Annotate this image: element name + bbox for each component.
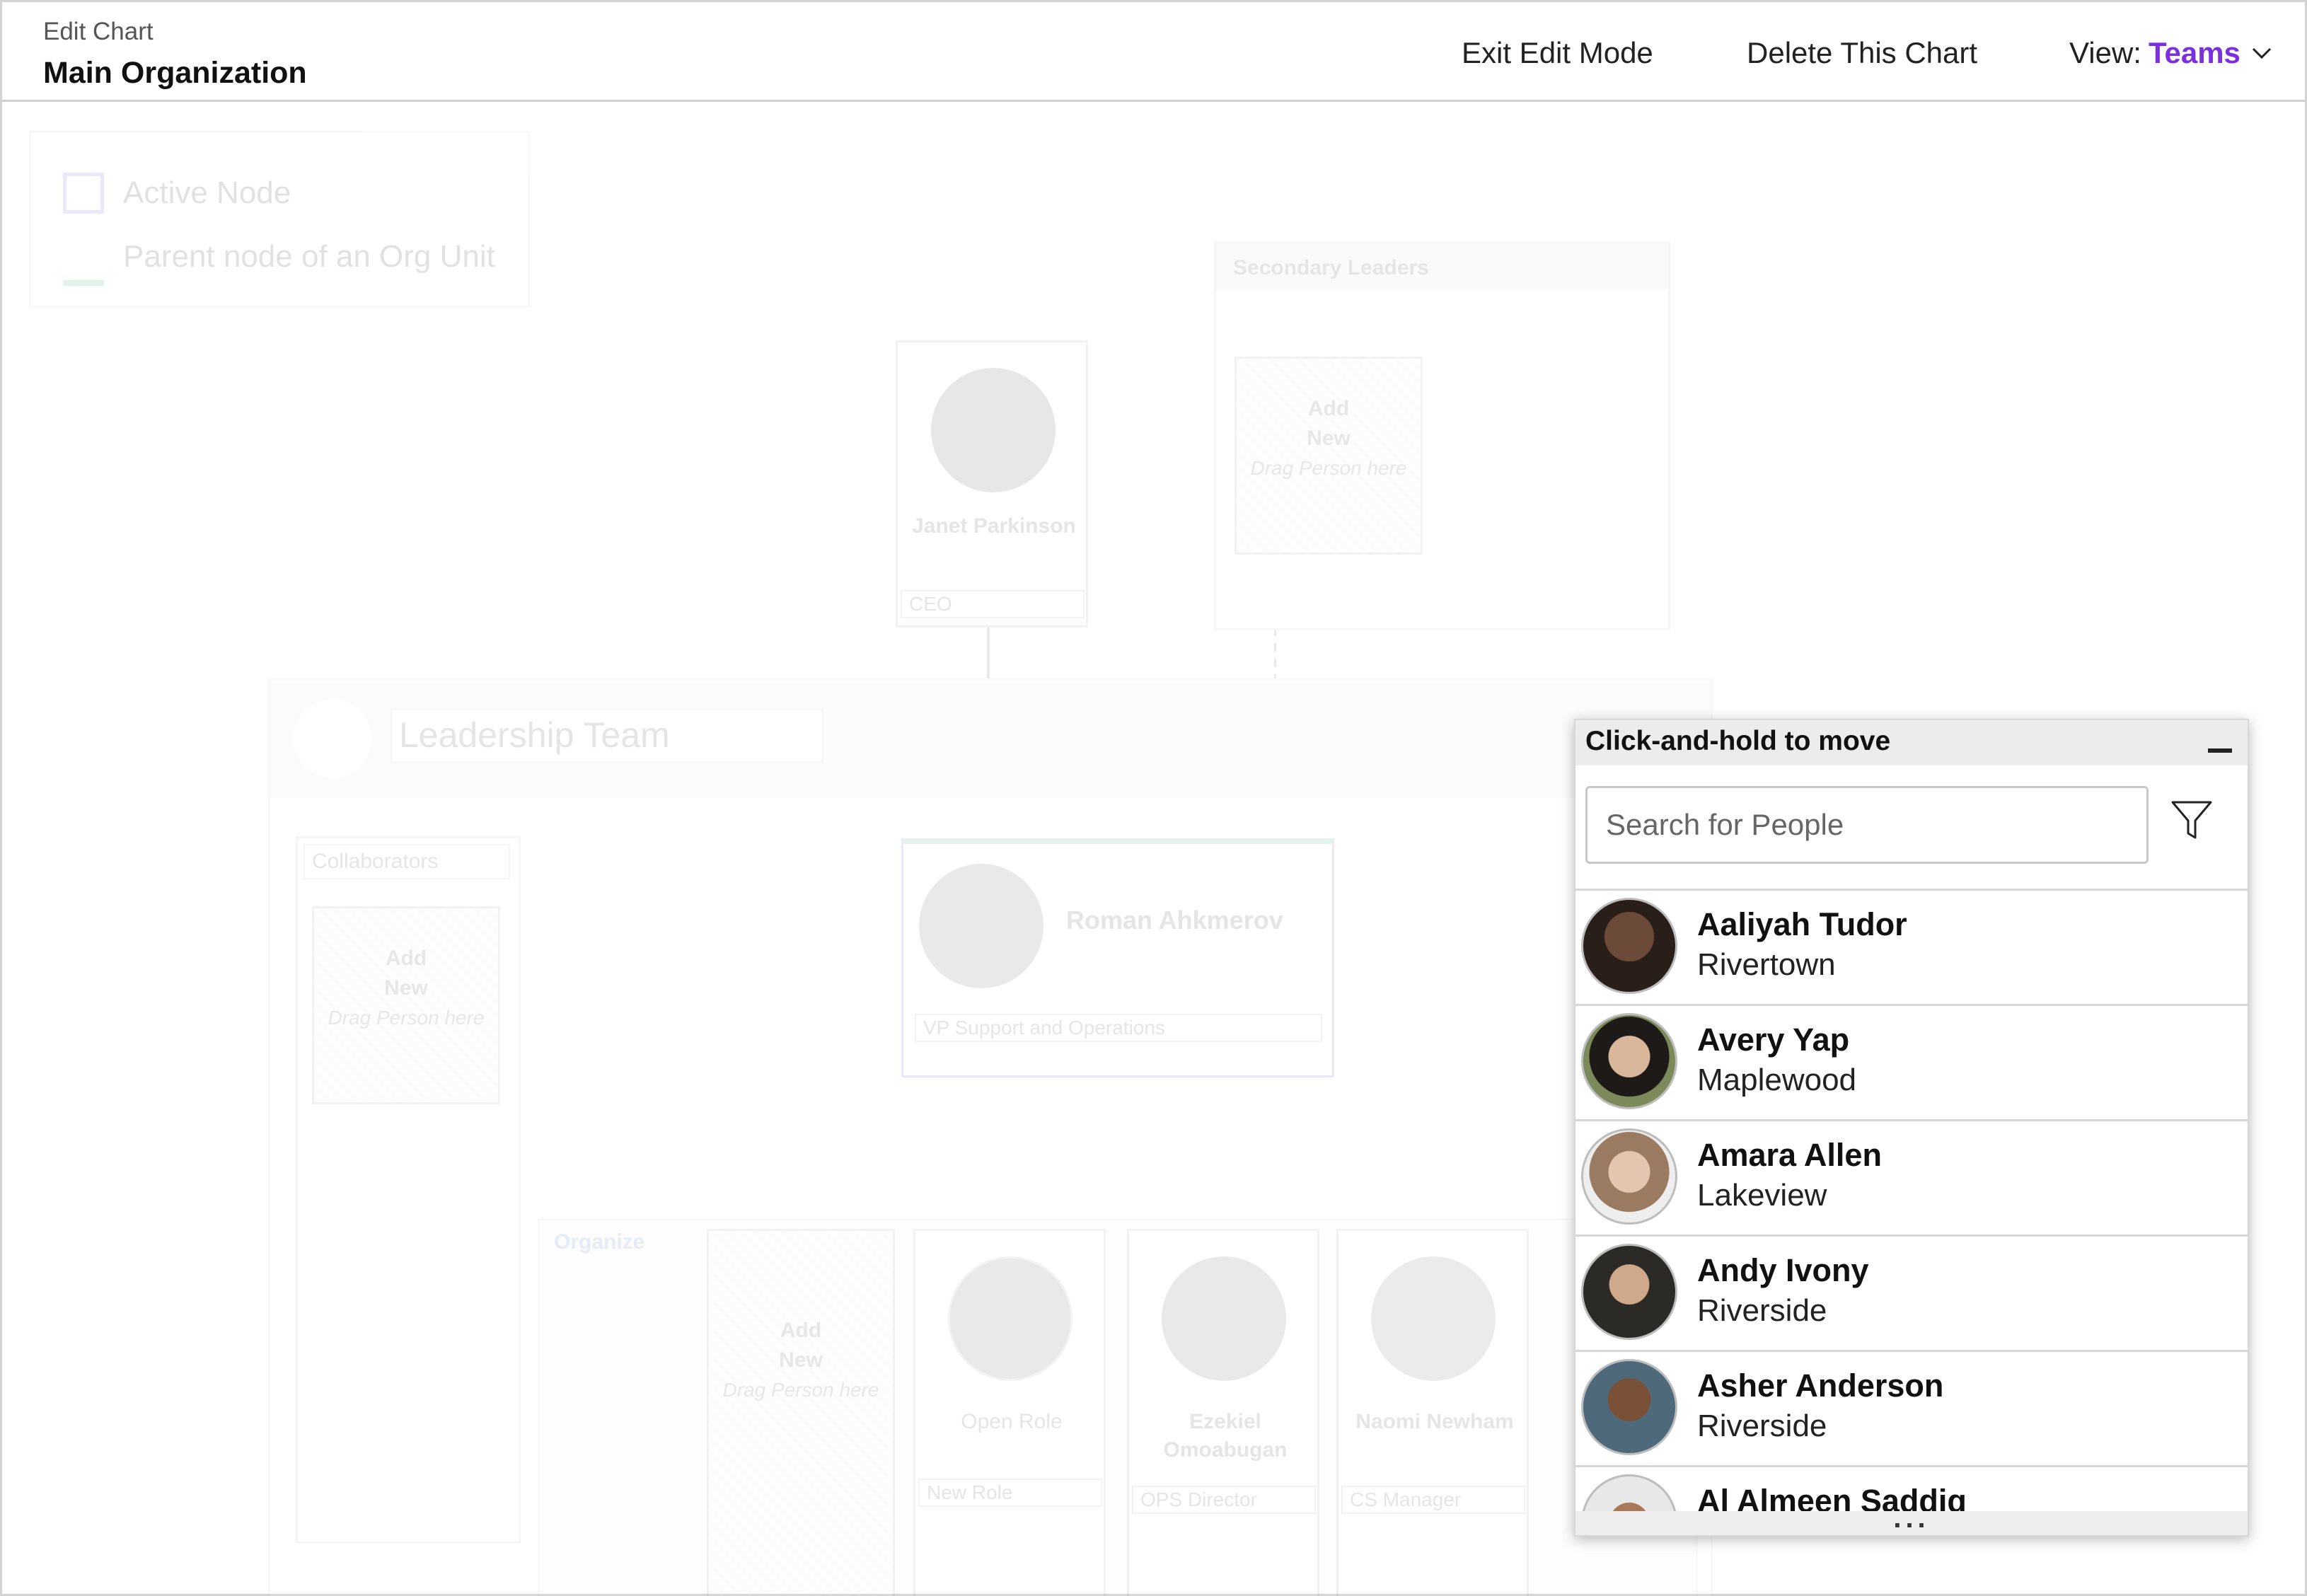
node-name: Ezekiel Omoabugan	[1163, 1410, 1288, 1462]
team-member-node[interactable]: Ezekiel Omoabugan OPS Director	[1127, 1229, 1319, 1596]
person-list-item[interactable]: Andy Ivony Riverside	[1575, 1234, 2248, 1350]
drag-person-hint: Drag Person here	[328, 1007, 485, 1029]
people-list: Aaliyah Tudor Rivertown Avery Yap Maplew…	[1575, 889, 2248, 1535]
people-panel[interactable]: Click-and-hold to move Aaliyah Tudor Riv…	[1574, 719, 2249, 1537]
add-new-label: Add New	[779, 1319, 823, 1372]
legend-parent-node: Parent node of an Org Unit	[123, 239, 495, 274]
drag-person-hint: Drag Person here	[1250, 457, 1407, 479]
node-role: New Role	[918, 1479, 1102, 1507]
node-name: Open Role	[961, 1410, 1063, 1433]
add-new-drop-zone[interactable]: Add New Drag Person here	[312, 906, 500, 1104]
avatar	[1371, 1256, 1496, 1381]
person-name: Asher Anderson	[1697, 1367, 1944, 1404]
node-role: VP Support and Operations	[915, 1014, 1322, 1042]
minimize-icon[interactable]	[2208, 748, 2232, 753]
app-frame: Edit Chart Main Organization Exit Edit M…	[0, 0, 2307, 1596]
secondary-leaders-title: Secondary Leaders	[1216, 243, 1668, 290]
filter-icon	[2171, 801, 2212, 839]
ceo-node[interactable]: Janet Parkinson CEO	[896, 340, 1088, 628]
more-icon[interactable]: ...	[1575, 1504, 2248, 1535]
organize-title: Organize	[554, 1230, 645, 1254]
person-list-item[interactable]: Avery Yap Maplewood	[1575, 1004, 2248, 1119]
team-member-node[interactable]: Naomi Newham CS Manager	[1336, 1229, 1529, 1596]
search-people-input[interactable]	[1585, 786, 2149, 864]
node-role: CS Manager	[1341, 1486, 1525, 1514]
avatar	[931, 368, 1056, 492]
add-new-drop-zone[interactable]: Add New Drag Person here	[1235, 357, 1423, 555]
open-role-node[interactable]: ? Open Role New Role	[913, 1229, 1106, 1596]
person-list-item[interactable]: Asher Anderson Riverside	[1575, 1350, 2248, 1465]
node-role: CEO	[901, 590, 1085, 618]
app-header: Edit Chart Main Organization Exit Edit M…	[2, 2, 2305, 102]
question-mark-icon: ?	[948, 1256, 1072, 1381]
panel-drag-handle[interactable]: Click-and-hold to move	[1575, 720, 2248, 765]
node-role: OPS Director	[1132, 1486, 1316, 1514]
person-location: Maplewood	[1697, 1063, 1857, 1097]
collaborators-title: Collaborators	[303, 844, 510, 879]
person-name: Avery Yap	[1697, 1022, 1850, 1058]
team-name-input[interactable]: Leadership Team	[391, 709, 823, 763]
collaborators-box: Collaborators Add New Drag Person here	[296, 836, 521, 1544]
add-new-drop-zone[interactable]: Add New Drag Person here	[707, 1229, 895, 1596]
vp-node[interactable]: Roman Ahkmerov VP Support and Operations	[901, 838, 1334, 1077]
node-name: Roman Ahkmerov	[1066, 906, 1283, 935]
drag-person-hint: Drag Person here	[722, 1379, 879, 1401]
person-list-item[interactable]: Aaliyah Tudor Rivertown	[1575, 889, 2248, 1004]
avatar	[919, 864, 1043, 988]
person-name: Aaliyah Tudor	[1697, 906, 1907, 942]
person-location: Riverside	[1697, 1293, 1827, 1328]
delete-chart-button[interactable]: Delete This Chart	[1747, 36, 1977, 70]
exit-edit-mode-button[interactable]: Exit Edit Mode	[1462, 36, 1653, 70]
page-title: Main Organization	[43, 56, 307, 90]
node-name: Janet Parkinson	[912, 514, 1076, 538]
avatar	[1581, 1128, 1677, 1225]
person-list-item[interactable]: Amara Allen Lakeview	[1575, 1119, 2248, 1234]
person-name: Amara Allen	[1697, 1137, 1882, 1173]
view-value: Teams	[2148, 36, 2240, 69]
org-unit-parent-swatch	[63, 280, 104, 286]
person-location: Riverside	[1697, 1409, 1827, 1443]
avatar	[1581, 898, 1677, 994]
avatar	[1581, 1013, 1677, 1109]
avatar	[1162, 1256, 1286, 1381]
view-label: View:	[2069, 36, 2141, 69]
view-select[interactable]: View: Teams	[2069, 36, 2272, 70]
active-node-swatch	[63, 173, 104, 214]
legend: Active Node Parent node of an Org Unit	[29, 131, 530, 308]
avatar	[1581, 1359, 1677, 1455]
add-new-label: Add New	[384, 947, 428, 1000]
team-icon	[293, 699, 372, 778]
secondary-leaders-box: Secondary Leaders Add New Drag Person he…	[1214, 241, 1670, 630]
node-name: Naomi Newham	[1355, 1410, 1514, 1433]
team-header: Leadership Team	[270, 681, 1711, 798]
avatar	[1581, 1244, 1677, 1340]
add-new-label: Add New	[1307, 397, 1351, 450]
person-location: Rivertown	[1697, 947, 1836, 982]
person-location: Lakeview	[1697, 1178, 1827, 1213]
person-name: Andy Ivony	[1697, 1252, 1869, 1288]
chevron-down-icon	[2252, 47, 2271, 59]
panel-title: Click-and-hold to move	[1585, 726, 1891, 756]
filter-button[interactable]	[2170, 798, 2214, 845]
legend-active-node: Active Node	[123, 175, 291, 210]
page-subtitle: Edit Chart	[43, 18, 154, 45]
